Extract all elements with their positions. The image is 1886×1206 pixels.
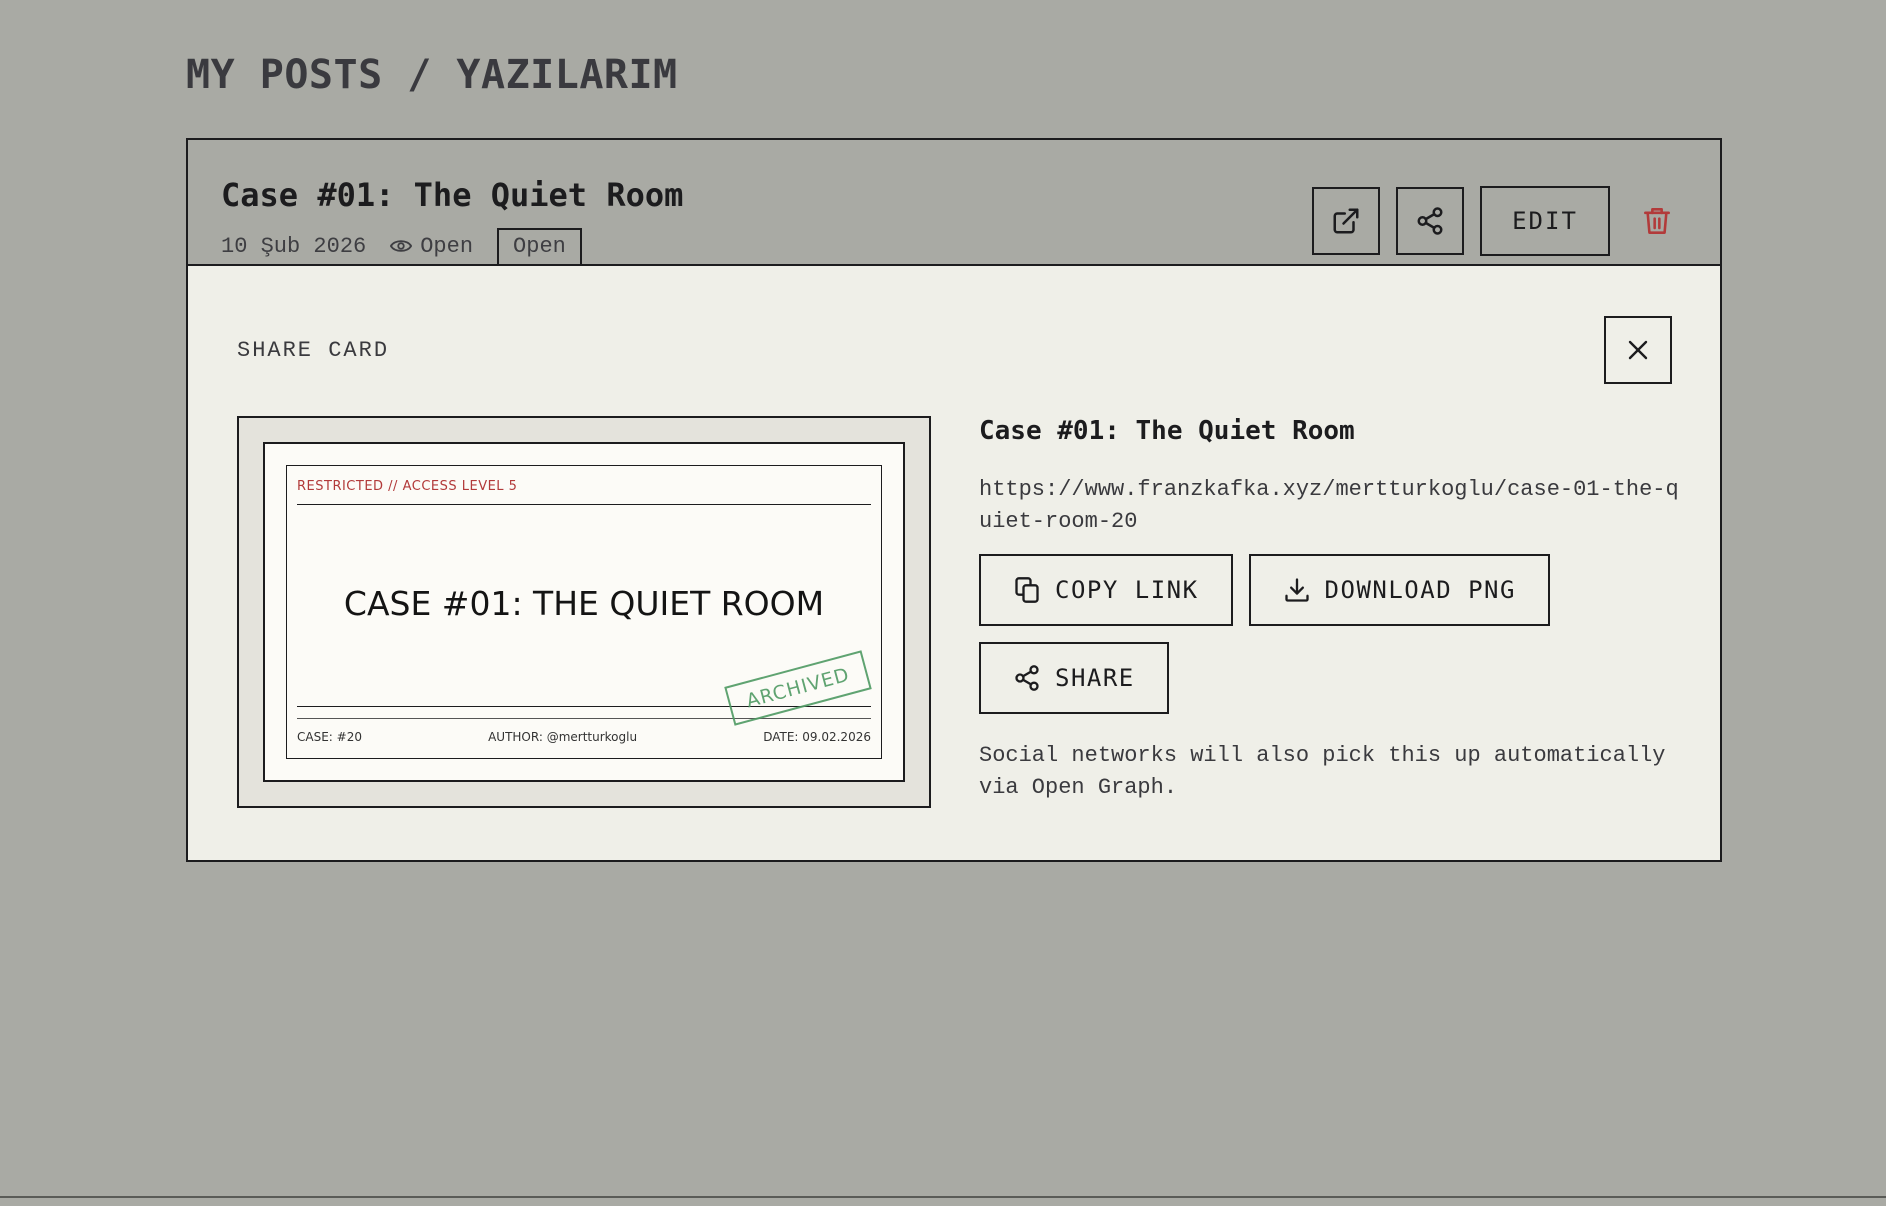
- date-label: DATE: 09.02.2026: [763, 730, 871, 744]
- copy-icon: [1015, 577, 1039, 603]
- external-link-icon: [1333, 208, 1359, 234]
- visibility-indicator: Open: [390, 234, 473, 259]
- share-button[interactable]: SHARE: [979, 642, 1169, 714]
- close-icon: [1628, 340, 1648, 360]
- trash-icon: [1644, 208, 1670, 234]
- divider: [297, 504, 871, 505]
- card-preview: RESTRICTED // ACCESS LEVEL 5 CASE #01: T…: [263, 442, 905, 782]
- preview-title: CASE #01: THE QUIET ROOM: [343, 584, 825, 623]
- share-button-row-2: SHARE: [979, 642, 1679, 714]
- close-button[interactable]: [1604, 316, 1672, 384]
- share-icon: [1417, 207, 1443, 235]
- edit-button[interactable]: EDIT: [1480, 186, 1610, 256]
- share-button-row: COPY LINK DOWNLOAD PNG: [979, 554, 1679, 626]
- share-url[interactable]: https://www.franzkafka.xyz/mertturkoglu/…: [979, 474, 1679, 538]
- share-card-panel: SHARE CARD RESTRICTED // ACCESS LEVEL 5 …: [188, 266, 1720, 860]
- status-badge: Open: [497, 228, 582, 264]
- post-title[interactable]: Case #01: The Quiet Room: [221, 176, 683, 214]
- visibility-label: Open: [420, 233, 474, 259]
- page-title: MY POSTS / YAZILARIM: [186, 52, 678, 98]
- share-icon: [1015, 665, 1039, 691]
- share-label: SHARE: [1055, 664, 1135, 692]
- download-png-button[interactable]: DOWNLOAD PNG: [1248, 554, 1550, 626]
- open-post-button[interactable]: [1312, 187, 1380, 255]
- card-preview-frame: RESTRICTED // ACCESS LEVEL 5 CASE #01: T…: [237, 416, 931, 808]
- share-title: Case #01: The Quiet Room: [979, 416, 1355, 446]
- copy-link-button[interactable]: COPY LINK: [979, 554, 1233, 626]
- case-label: CASE: #20: [297, 730, 362, 744]
- post-date: 10 Şub 2026: [221, 233, 367, 259]
- divider: [297, 718, 871, 719]
- archived-stamp: ARCHIVED: [724, 650, 872, 726]
- open-graph-note: Social networks will also pick this up a…: [979, 743, 1666, 800]
- eye-icon: [390, 240, 413, 252]
- share-post-button[interactable]: [1396, 187, 1464, 255]
- download-icon: [1284, 578, 1309, 602]
- preview-footer: CASE: #20 AUTHOR: @mertturkoglu DATE: 09…: [297, 730, 871, 744]
- author-label: AUTHOR: @mertturkoglu: [488, 730, 638, 744]
- divider: [0, 1196, 1886, 1198]
- post-meta: 10 Şub 2026 Open Open: [221, 228, 582, 264]
- delete-button[interactable]: [1640, 201, 1674, 241]
- copy-link-label: COPY LINK: [1055, 576, 1199, 604]
- post-header: Case #01: The Quiet Room 10 Şub 2026 Ope…: [188, 140, 1720, 266]
- share-card-heading: SHARE CARD: [237, 338, 390, 363]
- post-actions: EDIT: [1312, 186, 1674, 256]
- card-preview-inner: RESTRICTED // ACCESS LEVEL 5 CASE #01: T…: [286, 465, 882, 759]
- share-info: Case #01: The Quiet Room https://www.fra…: [979, 416, 1679, 804]
- restricted-label: RESTRICTED // ACCESS LEVEL 5: [297, 479, 518, 494]
- post-card: Case #01: The Quiet Room 10 Şub 2026 Ope…: [186, 138, 1722, 862]
- download-png-label: DOWNLOAD PNG: [1324, 576, 1516, 604]
